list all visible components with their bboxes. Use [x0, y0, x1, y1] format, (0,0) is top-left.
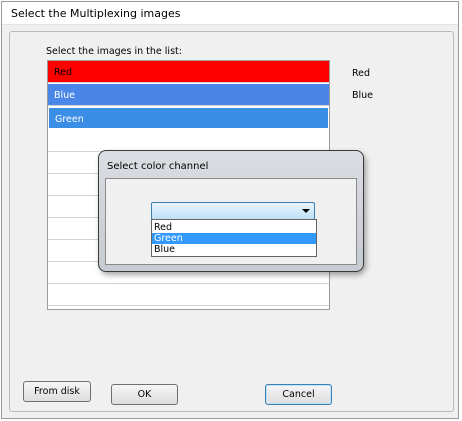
option-red[interactable]: Red — [152, 222, 316, 233]
list-caption: Select the images in the list: — [46, 46, 182, 57]
list-item-blue[interactable]: Blue — [48, 84, 329, 106]
list-item-red[interactable]: Red — [48, 61, 329, 83]
from-disk-button[interactable]: From disk — [23, 381, 91, 402]
list-item-green[interactable]: Green — [48, 107, 329, 129]
option-green[interactable]: Green — [152, 233, 316, 244]
list-item-label: Green — [55, 114, 84, 125]
list-item-label: Red — [54, 67, 73, 78]
side-label-blue: Blue — [352, 90, 374, 101]
chevron-down-icon[interactable] — [302, 209, 310, 213]
side-label-red: Red — [352, 68, 371, 79]
title-bar: Select the Multiplexing images — [2, 2, 458, 25]
option-blue[interactable]: Blue — [152, 244, 316, 255]
cancel-button[interactable]: Cancel — [265, 384, 332, 405]
dialog-title: Select color channel — [107, 161, 209, 172]
list-item-empty[interactable] — [48, 130, 329, 152]
ok-button[interactable]: OK — [111, 384, 178, 405]
channel-combo[interactable] — [151, 202, 315, 220]
list-item-empty[interactable] — [48, 284, 329, 306]
channel-dropdown-list[interactable]: Red Green Blue — [151, 219, 317, 257]
list-item-label: Blue — [54, 90, 76, 101]
window-title: Select the Multiplexing images — [11, 7, 181, 20]
